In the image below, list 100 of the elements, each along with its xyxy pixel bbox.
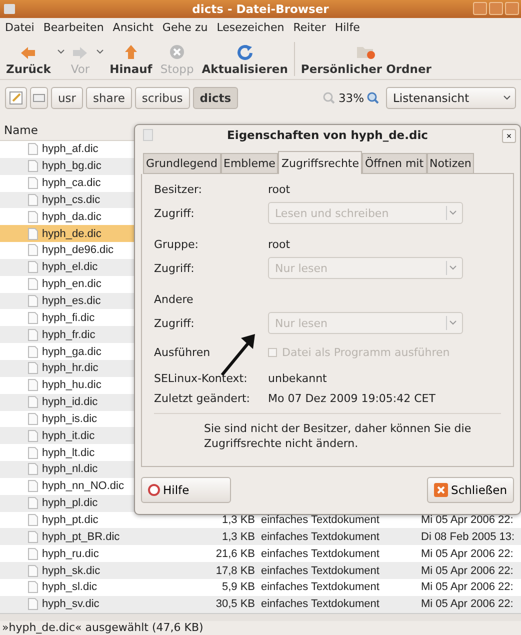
column-header[interactable]: Name	[4, 123, 38, 137]
up-arrow-icon	[124, 44, 138, 60]
file-icon	[28, 362, 38, 374]
file-name: hyph_sk.dic	[42, 564, 100, 577]
file-type: einfaches Textdokument	[260, 564, 380, 577]
file-row[interactable]: hyph_lt.dic	[0, 444, 190, 462]
file-row[interactable]: hyph_is.dic	[0, 410, 190, 428]
file-icon	[28, 446, 38, 459]
drive-button[interactable]	[30, 87, 48, 109]
caret-icon	[503, 94, 511, 102]
tab[interactable]: Notizen	[426, 153, 474, 174]
file-name: hyph_id.dic	[42, 396, 98, 408]
file-row[interactable]: hyph_en.dic	[0, 276, 190, 293]
file-name: hyph_nn_NO.dic	[42, 480, 124, 492]
file-row[interactable]: hyph_sl.dic	[0, 578, 190, 596]
zoom-level: 33%	[338, 91, 364, 105]
file-icon	[28, 396, 38, 408]
minimize-button[interactable]	[473, 2, 487, 15]
field-label: Zugriff:	[154, 316, 196, 330]
file-icon	[28, 160, 38, 172]
dialog-title: Eigenschaften von hyph_de.dic	[227, 128, 428, 142]
file-size: 1,3 KB	[220, 514, 256, 526]
caret-icon	[446, 316, 458, 330]
file-name: hyph_ga.dic	[42, 346, 102, 358]
menu-item[interactable]: Gehe zu	[162, 20, 208, 34]
caret-icon	[446, 206, 458, 220]
file-name: hyph_de96.dic	[42, 244, 114, 256]
window-icon	[4, 4, 15, 14]
file-name: hyph_hr.dic	[42, 362, 98, 374]
close-button[interactable]	[505, 2, 519, 15]
tab[interactable]: Grundlegend	[143, 153, 220, 174]
file-row[interactable]: hyph_it.dic	[0, 427, 190, 444]
menu-item[interactable]: Ansicht	[112, 20, 154, 34]
file-name: hyph_lt.dic	[42, 446, 95, 459]
menu-item[interactable]: Hilfe	[334, 20, 360, 34]
path-button[interactable]: dicts	[192, 87, 238, 109]
file-icon	[28, 194, 38, 206]
tab[interactable]: Öffnen mit	[362, 153, 427, 174]
file-name: hyph_sv.dic	[42, 598, 100, 610]
caret-icon	[446, 261, 458, 275]
toolbar-button[interactable]: Persönlicher Ordner	[298, 44, 434, 76]
section-label: Andere	[154, 292, 194, 306]
zoom-out-icon[interactable]	[323, 92, 336, 104]
file-name: hyph_fr.dic	[42, 328, 96, 341]
file-name: hyph_fi.dic	[42, 312, 95, 324]
dialog-button[interactable]: Hilfe	[141, 476, 231, 503]
tab[interactable]: Zugriffsrechte	[278, 151, 362, 174]
file-size: 21,6 KB	[214, 548, 256, 560]
file-type: einfaches Textdokument	[260, 581, 380, 594]
file-name: hyph_af.dic	[42, 143, 98, 156]
file-row[interactable]: hyph_nl.dic	[0, 461, 190, 478]
file-type: einfaches Textdokument	[260, 514, 380, 526]
file-date: Mi 05 Apr 2006 22:	[420, 598, 514, 610]
file-row[interactable]: hyph_pt.dic	[0, 512, 190, 528]
file-name: hyph_pl.dic	[42, 497, 98, 510]
file-date: Mi 05 Apr 2006 22:	[420, 548, 514, 560]
field-value: Mo 07 Dez 2009 19:05:42 CET	[268, 392, 436, 404]
file-name: hyph_pt_BR.dic	[42, 530, 120, 543]
path-button[interactable]: share	[86, 87, 132, 109]
path-button[interactable]: scribus	[134, 87, 190, 109]
zoom-in-icon[interactable]	[367, 92, 379, 104]
file-icon	[28, 210, 38, 223]
close-button[interactable]: ×	[502, 129, 516, 143]
edit-location-button[interactable]	[5, 87, 27, 109]
toolbar-button[interactable]: Aktualisieren	[200, 44, 290, 76]
dropdown-caret-icon[interactable]	[56, 48, 65, 56]
folder-icon	[356, 44, 376, 60]
path-button[interactable]: usr	[51, 87, 84, 109]
maximize-button[interactable]	[489, 2, 503, 15]
file-name: hyph_cs.dic	[42, 194, 100, 206]
file-name: hyph_sl.dic	[42, 581, 98, 594]
tab[interactable]: Embleme	[220, 153, 278, 174]
file-icon	[28, 480, 38, 492]
file-name: hyph_is.dic	[42, 412, 98, 425]
field-label: Zugriff:	[154, 206, 196, 220]
stop-icon	[169, 44, 186, 60]
file-icon	[28, 581, 38, 594]
file-row[interactable]: hyph_pt_BR.dic	[0, 528, 190, 546]
menu-item[interactable]: Reiter	[293, 20, 326, 34]
file-icon	[28, 548, 38, 560]
file-name: hyph_en.dic	[42, 278, 102, 290]
file-size: 17,8 KB	[214, 564, 256, 577]
file-row[interactable]: hyph_sv.dic	[0, 596, 190, 613]
menu-item[interactable]: Lesezeichen	[216, 20, 284, 34]
file-icon	[28, 278, 38, 290]
file-row[interactable]: hyph_ru.dic	[0, 545, 190, 562]
toolbar-button[interactable]: Zurück	[4, 46, 53, 76]
menu-item[interactable]: Bearbeiten	[43, 20, 104, 34]
field-value: root	[268, 182, 292, 196]
view-dropdown[interactable]: Listenansicht	[386, 87, 516, 109]
file-date: Mi 05 Apr 2006 22:	[420, 564, 514, 577]
file-icon	[28, 228, 38, 240]
menu-item[interactable]: Datei	[5, 20, 34, 34]
file-icon	[28, 312, 38, 324]
file-icon	[28, 430, 38, 442]
window-title: dicts - Datei-Browser	[192, 2, 329, 16]
dialog-button[interactable]: Schließen	[427, 476, 514, 503]
file-icon	[28, 463, 38, 476]
file-row[interactable]: hyph_sk.dic	[0, 562, 190, 579]
toolbar-button[interactable]: Hinauf	[108, 44, 154, 76]
